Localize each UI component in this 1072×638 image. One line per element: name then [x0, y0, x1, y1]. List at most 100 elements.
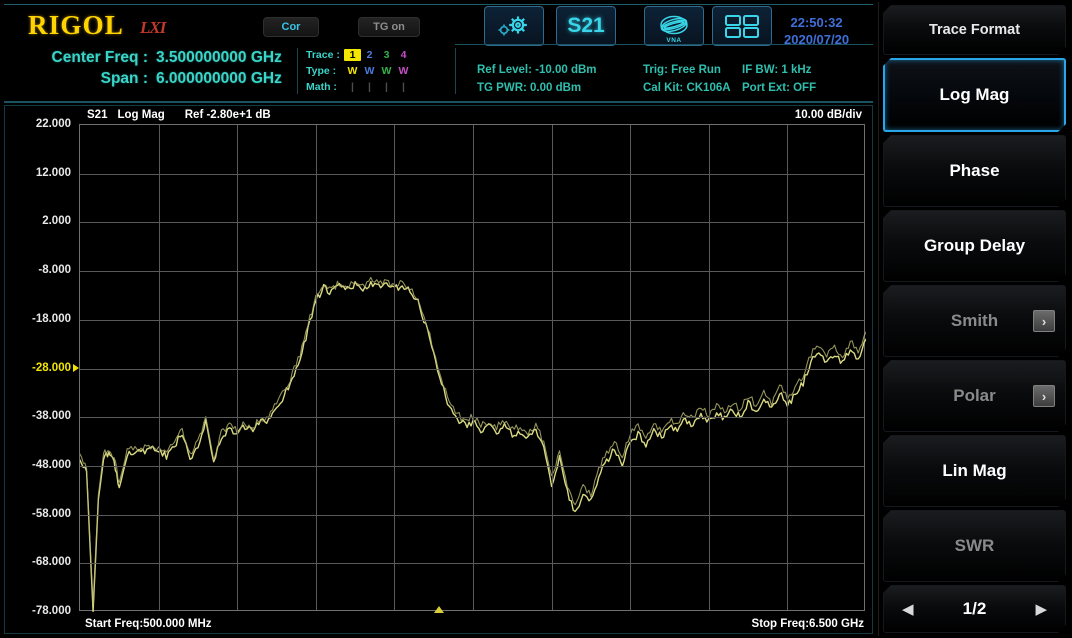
- menu-item-lin-mag[interactable]: Lin Mag: [883, 435, 1066, 507]
- menu-item-phase[interactable]: Phase: [883, 135, 1066, 207]
- measurement-parameter-button[interactable]: S21: [556, 6, 616, 46]
- y-axis-tick-label: -28.000: [31, 361, 71, 374]
- page-indicator: 1/2: [962, 599, 987, 618]
- cal-kit-readout[interactable]: Cal Kit: CK106A: [643, 82, 731, 94]
- trace-4-number[interactable]: 4: [395, 49, 412, 61]
- type-row-label: Type :: [306, 65, 337, 77]
- grid-line-vertical: [394, 125, 396, 610]
- menu-item-smith[interactable]: Smith ›: [883, 285, 1066, 357]
- y-axis-tick-label: -18.000: [31, 312, 71, 325]
- plot-title-param: S21: [87, 109, 108, 121]
- menu-pager[interactable]: ◀ 1/2 ▶: [883, 585, 1066, 633]
- if-bandwidth-readout[interactable]: IF BW: 1 kHz: [742, 64, 811, 76]
- menu-item-label: SWR: [954, 536, 995, 555]
- trace-row-label: Trace :: [306, 49, 340, 61]
- header-divider-2: [455, 48, 456, 94]
- center-freq-value[interactable]: 3.500000000 GHz: [156, 49, 282, 67]
- plot-title: S21 Log Mag Ref -2.80e+1 dB: [87, 109, 271, 121]
- grid-line-horizontal: [80, 563, 864, 565]
- trace-4-math: |: [402, 81, 405, 93]
- trace-1-number[interactable]: 1: [344, 49, 361, 61]
- plot-grid[interactable]: [79, 124, 866, 612]
- lxi-logo: LXI: [140, 18, 166, 37]
- plot-scale-readout[interactable]: 10.00 dB/div: [795, 109, 862, 121]
- trace-2-number[interactable]: 2: [361, 49, 378, 61]
- menu-item-label: Log Mag: [939, 85, 1010, 104]
- trace-1-math: |: [351, 81, 354, 93]
- span-value[interactable]: 6.000000000 GHz: [156, 70, 282, 88]
- y-axis-tick-label: -58.000: [31, 507, 71, 520]
- menu-item-polar[interactable]: Polar ›: [883, 360, 1066, 432]
- menu-item-label: Smith: [950, 311, 999, 330]
- menu-items-container: Log Mag Phase Group Delay Smith › Polar › Lin M…: [883, 58, 1066, 582]
- y-axis-tick-label: -68.000: [31, 556, 71, 569]
- center-freq-label: Center Freq :: [51, 49, 148, 66]
- page-next-icon[interactable]: ▶: [1035, 600, 1047, 618]
- y-axis-tick-label: 2.000: [42, 215, 71, 228]
- y-axis-tick-label: 12.000: [35, 166, 71, 179]
- grid-line-vertical: [708, 125, 710, 610]
- clock-date: 2020/07/20: [784, 32, 850, 47]
- menu-item-log-mag[interactable]: Log Mag: [883, 58, 1066, 132]
- softkey-menu: Trace Format Log Mag Phase Group Delay Smit…: [878, 2, 1070, 636]
- correction-status-button[interactable]: Cor: [263, 17, 319, 37]
- center-frequency-marker: [433, 606, 444, 613]
- trace-math-row: Math : | | | |: [306, 79, 412, 95]
- header-notch-rule: [455, 44, 873, 45]
- submenu-arrow-icon[interactable]: ›: [1033, 310, 1055, 332]
- grid-line-horizontal: [80, 417, 864, 419]
- grid-line-horizontal: [80, 222, 864, 224]
- menu-item-label: Phase: [949, 161, 1000, 180]
- start-frequency-label[interactable]: Start Freq:500.000 MHz: [85, 618, 212, 630]
- trace-3-math: |: [385, 81, 388, 93]
- grid-line-horizontal: [80, 319, 864, 321]
- span-label: Span :: [100, 70, 148, 87]
- trace-1-type: W: [347, 65, 358, 77]
- header-top-rule: [4, 4, 873, 5]
- grid-line-vertical: [158, 125, 160, 610]
- rigol-logo: RIGOL: [28, 10, 125, 40]
- trace-number-row: Trace : 1 2 3 4: [306, 47, 412, 63]
- submenu-arrow-icon[interactable]: ›: [1033, 385, 1055, 407]
- grid-line-vertical: [630, 125, 632, 610]
- trace-2-type: W: [364, 65, 375, 77]
- grid-line-horizontal: [80, 514, 864, 516]
- port-extension-readout[interactable]: Port Ext: OFF: [742, 82, 816, 94]
- grid-line-horizontal: [80, 368, 864, 370]
- clock-time: 22:50:32: [790, 15, 843, 30]
- grid-line-vertical: [237, 125, 239, 610]
- clock-display: 22:50:32 2020/07/20: [784, 14, 849, 48]
- header-bottom-rule: [4, 101, 873, 103]
- math-row-label: Math :: [306, 81, 337, 93]
- ref-level-readout[interactable]: Ref Level: -10.00 dBm: [477, 64, 597, 76]
- vna-mode-button[interactable]: VNA: [644, 6, 704, 46]
- trigger-readout[interactable]: Trig: Free Run: [643, 64, 721, 76]
- menu-item-swr[interactable]: SWR: [883, 510, 1066, 582]
- stop-frequency-label[interactable]: Stop Freq:6.500 GHz: [752, 618, 864, 630]
- page-prev-icon[interactable]: ◀: [902, 600, 914, 618]
- tracking-generator-status-button[interactable]: TG on: [358, 17, 420, 37]
- trace-type-row: Type : W W W W: [306, 63, 412, 79]
- plot-title-format: Log Mag: [117, 109, 165, 121]
- grid-line-vertical: [315, 125, 317, 610]
- vna-label: VNA: [666, 37, 682, 44]
- tg-power-readout[interactable]: TG PWR: 0.00 dBm: [477, 82, 581, 94]
- grid-line-horizontal: [80, 465, 864, 467]
- menu-item-label: Lin Mag: [942, 461, 1007, 480]
- system-settings-button[interactable]: [484, 6, 544, 46]
- y-axis-tick-label: -8.000: [38, 264, 71, 277]
- grid-line-horizontal: [80, 173, 864, 175]
- header-bar: RIGOL LXI Cor TG on Center Freq : 3.5000…: [0, 0, 877, 104]
- header-divider-1: [297, 48, 298, 94]
- display-layout-button[interactable]: [712, 6, 772, 46]
- vna-screen: RIGOL LXI Cor TG on Center Freq : 3.5000…: [0, 0, 1072, 638]
- s21-label: S21: [567, 14, 605, 37]
- grid-line-horizontal: [80, 271, 864, 273]
- trace-3-number[interactable]: 3: [378, 49, 395, 61]
- plot-panel: S21 Log Mag Ref -2.80e+1 dB 10.00 dB/div 2…: [4, 105, 873, 634]
- vna-sphere-icon: [660, 15, 688, 35]
- menu-item-group-delay[interactable]: Group Delay: [883, 210, 1066, 282]
- trace-4-type: W: [398, 65, 409, 77]
- grid-line-vertical: [551, 125, 553, 610]
- menu-item-label: Group Delay: [923, 236, 1026, 255]
